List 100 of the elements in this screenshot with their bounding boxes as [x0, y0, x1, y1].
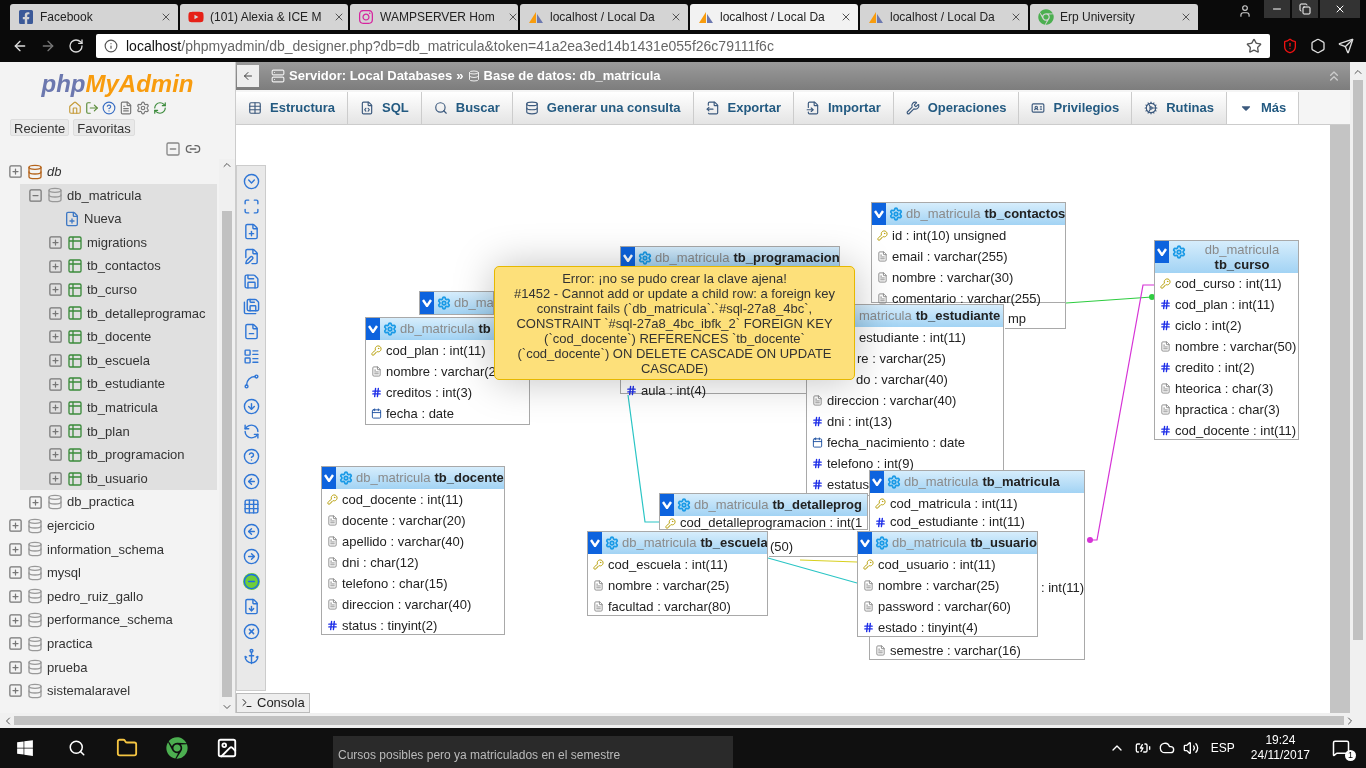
- nav-tab[interactable]: Buscar: [421, 92, 513, 124]
- document-icon[interactable]: [119, 101, 133, 115]
- tree-item[interactable]: sistemalaravel: [47, 681, 131, 701]
- expand-icon[interactable]: [48, 353, 63, 369]
- clock-time[interactable]: 19:24: [1265, 733, 1296, 748]
- volume-icon[interactable]: [1182, 740, 1199, 756]
- hexagon-icon[interactable]: [1310, 38, 1326, 54]
- page-add-icon[interactable]: [242, 223, 260, 240]
- tree-item[interactable]: tb_estudiante: [87, 374, 166, 394]
- tree-item[interactable]: tb_docente: [87, 327, 152, 347]
- tree-item[interactable]: tb_curso: [87, 280, 137, 300]
- browser-tab[interactable]: Facebook: [10, 4, 178, 30]
- cloud-icon[interactable]: [1158, 740, 1175, 756]
- nav-tab[interactable]: SQL: [348, 92, 422, 124]
- notification-icon[interactable]: [1332, 739, 1350, 757]
- tree-item[interactable]: tb_usuario: [87, 468, 148, 489]
- expand-icon[interactable]: [8, 636, 23, 652]
- toggle-button[interactable]: [420, 292, 434, 314]
- toggle-button[interactable]: [322, 467, 336, 489]
- table-card[interactable]: db_matricula tb_escuela cod_escuela : int(11) nombre : varchar(25) facultad : varchar(80): [587, 531, 768, 616]
- nav-tab[interactable]: Exportar: [693, 92, 794, 124]
- toggle-button[interactable]: [870, 471, 884, 493]
- save-icon[interactable]: [242, 273, 260, 290]
- sidebar-tab-button[interactable]: Reciente: [10, 119, 70, 136]
- browser-tab[interactable]: localhost / Local Da: [520, 4, 688, 30]
- table-header[interactable]: db_matricula tb_docente: [322, 467, 504, 489]
- tree-item[interactable]: prueba: [47, 657, 88, 677]
- fullscreen-icon[interactable]: [242, 198, 260, 215]
- expand-icon[interactable]: [48, 235, 63, 251]
- browser-tab[interactable]: Erp University: [1030, 4, 1198, 30]
- tree-item[interactable]: tb_matricula: [87, 398, 158, 418]
- tree-item[interactable]: performance_schema: [47, 610, 173, 630]
- user-icon[interactable]: [1238, 4, 1252, 18]
- nav-tab[interactable]: Generar una consulta: [512, 92, 694, 124]
- expand-icon[interactable]: [8, 541, 23, 557]
- scrollbar-thumb[interactable]: [222, 211, 232, 697]
- expand-icon[interactable]: [8, 518, 23, 534]
- table-header[interactable]: db_matricula tb_escuela: [588, 532, 767, 554]
- address-field[interactable]: localhost/phpmyadmin/db_designer.php?db=db_matricula&token=41a2ea3ed14b1431e055f26c79111f6c: [96, 34, 1270, 58]
- expand-icon[interactable]: [48, 329, 63, 345]
- expand-icon[interactable]: [8, 683, 23, 699]
- tree-item[interactable]: db_practica: [67, 492, 135, 512]
- toggle-button[interactable]: [660, 494, 674, 516]
- collapse-all-icon[interactable]: [165, 141, 181, 157]
- expand-icon[interactable]: [48, 471, 63, 486]
- windows-icon[interactable]: [16, 739, 34, 757]
- nav-tab[interactable]: Operaciones: [893, 92, 1020, 124]
- minus-circle-icon[interactable]: [242, 573, 260, 590]
- nav-tab[interactable]: Privilegios: [1019, 92, 1133, 124]
- close-button[interactable]: [1320, 0, 1360, 18]
- shield-icon[interactable]: [1282, 38, 1298, 54]
- logo[interactable]: phpMyAdmin: [41, 70, 194, 98]
- expand-icon[interactable]: [48, 423, 63, 439]
- help-icon[interactable]: [242, 448, 260, 465]
- scrollbar-thumb[interactable]: [14, 716, 1344, 725]
- grid-icon[interactable]: [242, 498, 260, 515]
- tree-item[interactable]: ejercicio: [47, 515, 95, 536]
- expand-icon[interactable]: [8, 659, 23, 675]
- expand-icon[interactable]: [48, 282, 63, 298]
- tree-item[interactable]: tb_escuela: [87, 350, 150, 371]
- anchor-icon[interactable]: [242, 648, 260, 665]
- collapse-icon[interactable]: [28, 187, 43, 203]
- sidebar-tab-button[interactable]: Favoritas: [73, 119, 135, 136]
- toggle-button[interactable]: [858, 532, 872, 554]
- plane-icon[interactable]: [1338, 38, 1354, 54]
- nav-tab[interactable]: Rutinas: [1132, 92, 1227, 124]
- home-icon[interactable]: [68, 101, 82, 115]
- tree-item[interactable]: tb_plan: [87, 421, 130, 442]
- expand-icon[interactable]: [8, 589, 23, 604]
- page-edit-icon[interactable]: [242, 248, 260, 265]
- toggle-button[interactable]: [872, 203, 886, 225]
- table-header[interactable]: db_matricula tb_detalleprog: [660, 494, 867, 516]
- restore-button[interactable]: [1292, 0, 1318, 18]
- clock-date[interactable]: 24/11/2017: [1250, 748, 1310, 763]
- nav-tab[interactable]: Importar: [793, 92, 894, 124]
- expand-icon[interactable]: [48, 376, 63, 392]
- expand-icon[interactable]: [8, 164, 23, 180]
- arrow-circle-icon[interactable]: [242, 473, 260, 490]
- table-header[interactable]: db_matricula tb_matricula: [870, 471, 1084, 493]
- battery-icon[interactable]: [1134, 740, 1151, 756]
- star-icon[interactable]: [1246, 38, 1262, 54]
- nav-tab[interactable]: Estructura: [236, 92, 349, 124]
- search-icon[interactable]: [68, 739, 86, 757]
- settings-icon[interactable]: [136, 101, 150, 115]
- list-icon[interactable]: [242, 348, 260, 365]
- toggle-button[interactable]: [1155, 241, 1169, 263]
- toggle-button[interactable]: [588, 532, 602, 554]
- table-card[interactable]: db_matricula tb_usuario cod_usuario : int(11) nombre : varchar(25) password : varchar(60) estado : tinyint(4): [857, 531, 1038, 637]
- nav-tab[interactable]: Más: [1226, 92, 1300, 124]
- collapse-button[interactable]: [237, 65, 259, 87]
- info-icon[interactable]: [104, 39, 118, 53]
- tree-item[interactable]: tb_detalleprogramac: [87, 303, 206, 324]
- expand-icon[interactable]: [48, 258, 63, 274]
- tree-item[interactable]: information_schema: [47, 539, 165, 560]
- tree-item[interactable]: tb_programacion: [87, 445, 185, 465]
- arrow-circle-icon[interactable]: [242, 523, 260, 540]
- reload-icon[interactable]: [68, 38, 84, 54]
- save-all-icon[interactable]: [242, 298, 260, 315]
- close-circle-icon[interactable]: [242, 623, 260, 640]
- exit-icon[interactable]: [85, 101, 99, 115]
